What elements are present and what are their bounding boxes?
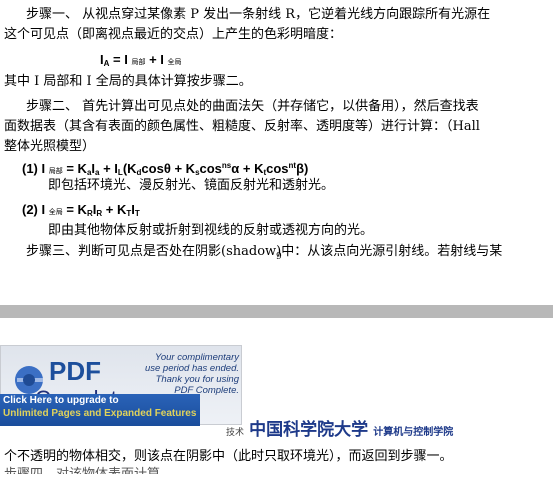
- paragraph-step3-line1: 步骤三、判断可见点是否处在阴影(shadow)中：从该点向光源引射线。若射线与某: [26, 244, 503, 259]
- paragraph-step2-line1: 步骤二、 首先计算出可见点处的曲面法矢（并存储它，以供备用），然后查找表: [26, 99, 479, 114]
- page-number: 9: [276, 252, 282, 262]
- complimentary-notice: Your complimentary use period has ended.…: [144, 352, 239, 396]
- formula-global: (2) I 全局 = KRIR + KTIT: [22, 202, 140, 218]
- upgrade-link[interactable]: Click Here to upgrade to Unlimited Pages…: [0, 394, 200, 426]
- paragraph-global-desc: 即由其他物体反射或折射到视线的反射或透视方向的光。: [48, 223, 374, 238]
- paragraph-where: 其中 I 局部和 I 全局的具体计算按步骤二。: [4, 74, 252, 89]
- next-page: PDF Complete Your complimentary use peri…: [0, 318, 553, 474]
- page-gap: [0, 305, 553, 318]
- document-page: 步骤一、 从视点穿过某像素 P 发出一条射线 R，它逆着光线方向跟踪所有光源在 …: [0, 0, 553, 305]
- paragraph-step1-line1: 步骤一、 从视点穿过某像素 P 发出一条射线 R，它逆着光线方向跟踪所有光源在: [26, 7, 491, 22]
- paragraph-step4-partial: 步骤四、对该物体表面计算: [4, 467, 161, 482]
- watermark-banner: PDF Complete Your complimentary use peri…: [0, 333, 553, 445]
- paragraph-step3-continued: 个不透明的物体相交，则该点在阴影中（此时只取环境光），而返回到步骤一。: [4, 449, 453, 464]
- paragraph-local-desc: 即包括环境光、漫反射光、镜面反射光和透射光。: [48, 178, 335, 193]
- paragraph-step2-line3: 整体光照模型）: [4, 139, 96, 154]
- university-header: 技术 中国科学院大学 计算机与控制学院: [226, 420, 454, 440]
- pdf-word: PDF: [49, 356, 101, 386]
- formula-ia: IA = I 局部 + I 全局: [100, 52, 182, 68]
- paragraph-step2-line2: 面数据表（其含有表面的颜色属性、粗糙度、反射率、透明度等）进行计算：（Hall: [4, 119, 480, 134]
- paragraph-step1-line2: 这个可见点（即离视点最近的交点）上产生的色彩明暗度：: [4, 27, 343, 42]
